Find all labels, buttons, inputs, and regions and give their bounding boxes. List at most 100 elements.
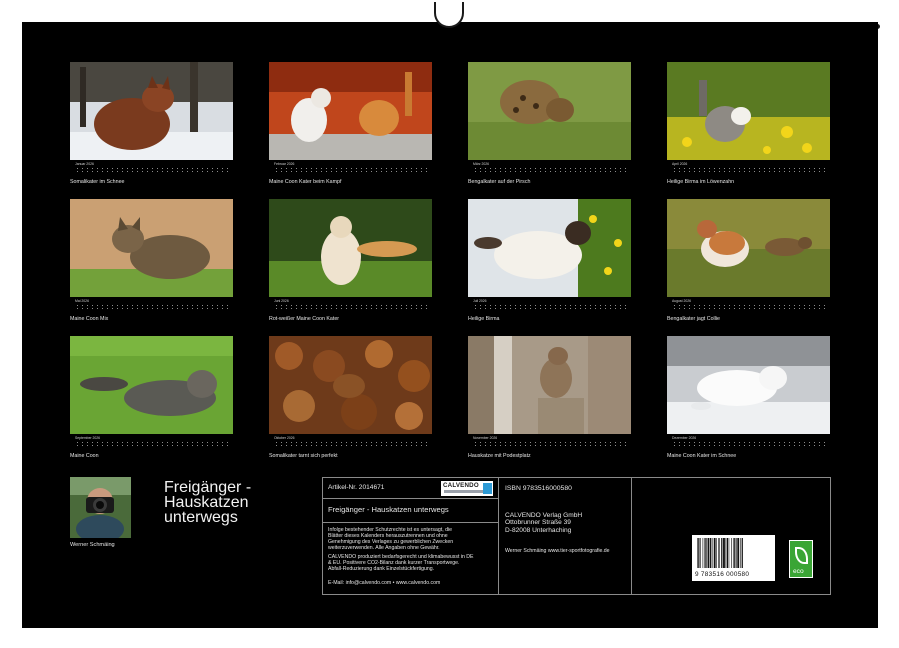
month-name: November 2026 [473,436,498,440]
calendar-back-sheet: Januar 2026 Somalikater im Schnee Februa… [22,22,878,628]
mini-calendar: Dezember 2026 [672,436,827,448]
isbn: ISBN 9783516000580 [505,485,572,492]
photo-caption: Bengalkater jagt Collie [667,316,720,322]
author-name: Werner Schmäing [70,542,115,548]
leaf-icon [795,547,808,564]
barcode-bar [698,538,700,568]
month-photo-february [269,62,432,160]
month-photo-january [70,62,233,160]
eco-label: eco [793,568,804,575]
mini-calendar: August 2026 [672,299,827,311]
photo-caption: Heilige Birma im Löwenzahn [667,179,735,185]
barcode-bar [719,538,720,568]
month-photo-april [667,62,830,160]
barcode-bar [736,538,737,568]
photo-caption: Hauskatze mit Podestplatz [468,453,531,459]
month-name: September 2026 [75,436,101,440]
day-grid [274,304,429,310]
photo-caption: Maine Coon Kater beim Kampf [269,179,342,185]
month-name: April 2026 [672,162,688,166]
barcode-bar [697,538,698,568]
barcode-bar [716,538,717,568]
barcode-bar [723,538,725,568]
article-number: Artikel-Nr. 2014671 [328,484,385,491]
mini-calendar: Mai 2026 [75,299,230,311]
barcode-bar [737,538,740,568]
barcode-bar [706,538,707,568]
month-photo-november [468,336,631,434]
photo-caption: Bengalkater auf der Pirsch [468,179,531,185]
month-photo-august [667,199,830,297]
day-grid [473,304,628,310]
calendar-title: Freigänger - Hauskatzen unterwegs [164,479,252,526]
mini-calendar: Oktober 2026 [274,436,429,448]
barcode-bar [711,538,713,568]
divider [323,522,498,523]
mini-calendar: April 2026 [672,162,827,174]
divider [323,498,498,499]
month-name: Dezember 2026 [672,436,697,440]
climate-notice: CALVENDO produziert bedarfsgerecht und k… [328,554,474,572]
barcode-bar [740,538,742,568]
barcode-bar [718,538,719,568]
product-info-box: Artikel-Nr. 2014671 CALVENDO Freigänger … [322,477,831,595]
photo-caption: Somalikater tarnt sich perfekt [269,453,338,459]
barcode-bar [713,538,716,568]
mini-calendar: September 2026 [75,436,230,448]
mini-calendar: Juli 2026 [473,299,628,311]
photo-caption: Maine Coon Kater im Schnee [667,453,737,459]
day-grid [75,304,230,310]
month-photo-october [269,336,432,434]
month-photo-september [70,336,233,434]
month-photo-may [70,199,233,297]
barcode-bar [702,538,704,568]
day-grid [672,167,827,173]
mini-calendar: Januar 2026 [75,162,230,174]
barcode-bars [697,538,743,568]
calendar-title-small: Freigänger - Hauskatzen unterwegs [328,505,449,514]
month-name: Januar 2026 [75,162,94,166]
day-grid [473,441,628,447]
day-grid [473,167,628,173]
publisher-address: CALVENDO Verlag GmbH Ottobrunner Straße … [505,512,583,534]
photo-caption: Heilige Birma [468,316,500,322]
month-name: Oktober 2026 [274,436,295,440]
photo-caption: Rot-weißer Maine Coon Kater [269,316,340,322]
day-grid [75,167,230,173]
contact-email: E-Mail: info@calvendo.com • www.calvendo… [328,580,441,586]
barcode-bar [704,538,706,568]
barcode-bar [741,538,743,568]
photographer-credit: Werner Schmäing www.tier-sportfotografie… [505,548,610,554]
barcode-bar [710,538,712,568]
barcode-bar [731,538,732,568]
divider [498,478,499,594]
mini-calendar: Juni 2026 [274,299,429,311]
isbn-barcode: 9 783516 000580 [692,535,775,581]
month-name: Mai 2026 [75,299,89,303]
barcode-bar [726,538,728,568]
barcode-bar [732,538,734,568]
day-grid [672,441,827,447]
day-grid [274,441,429,447]
barcode-bar [734,538,736,568]
month-name: August 2026 [672,299,692,303]
photo-caption: Maine Coon Mix [70,316,109,322]
logo-wordmark: CALVENDO [443,482,479,489]
eco-badge: eco [789,540,813,578]
legal-notice: Infolge bestehender Schutzrechte ist es … [328,527,454,551]
month-name: Juli 2026 [473,299,487,303]
author-photo [70,477,131,538]
day-grid [672,304,827,310]
photo-caption: Maine Coon [70,453,99,459]
month-photo-december [667,336,830,434]
barcode-digits: 9 783516 000580 [695,571,750,578]
photo-caption: Somalikater im Schnee [70,179,125,185]
barcode-bar [721,538,723,568]
barcode-bar [700,538,701,568]
mini-calendar: Februar 2026 [274,162,429,174]
barcode-bar [707,538,710,568]
month-photo-march [468,62,631,160]
logo-tagline [444,489,484,493]
mini-calendar: März 2026 [473,162,628,174]
barcode-bar [725,538,727,568]
